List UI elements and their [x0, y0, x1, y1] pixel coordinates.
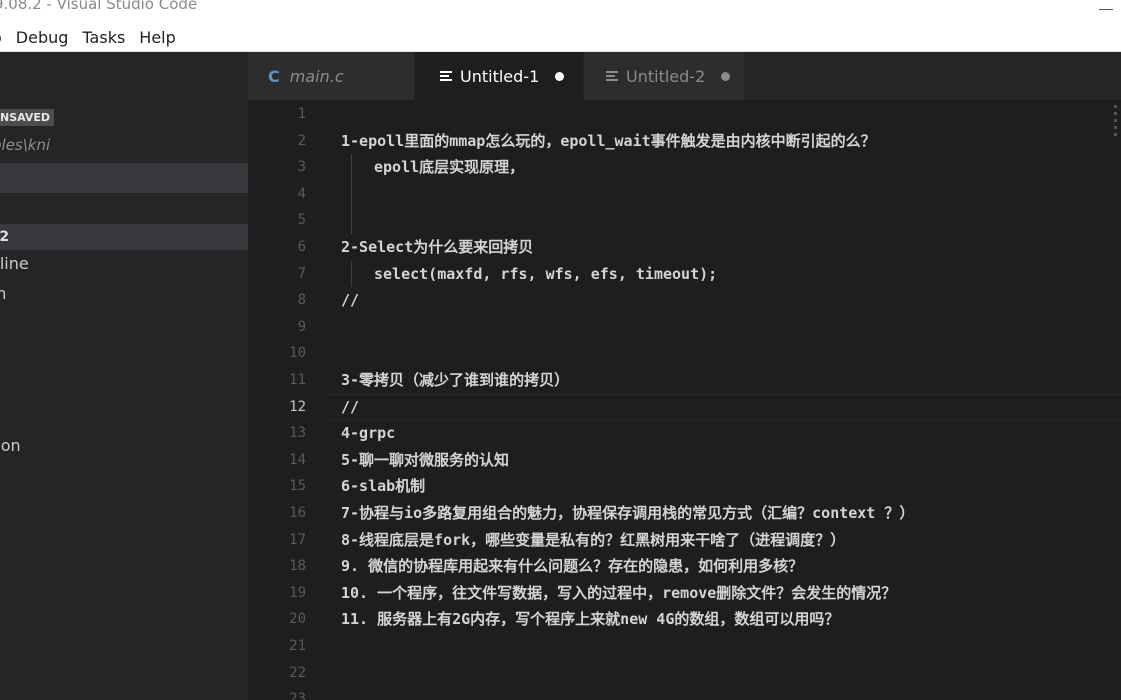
- code-line[interactable]: //: [341, 394, 359, 420]
- menu-tasks[interactable]: Tasks: [76, 28, 133, 47]
- indent-guide: [351, 154, 352, 181]
- ruler-mark: [1114, 112, 1117, 115]
- line-number: 19: [289, 584, 306, 601]
- unsaved-badge: NSAVED: [0, 109, 55, 126]
- code-line[interactable]: 2-Select为什么要来回拷贝: [341, 234, 533, 260]
- window-title: 9.08.2 - Visual Studio Code: [0, 0, 198, 13]
- line-number: 15: [289, 478, 306, 495]
- menu-debug[interactable]: Debug: [10, 28, 77, 47]
- explorer-folder-header[interactable]: .2: [0, 224, 248, 250]
- line-number: 6: [297, 239, 306, 255]
- explorer-item[interactable]: t: [0, 555, 248, 581]
- code-line[interactable]: 5-聊一聊对微服务的认知: [341, 447, 509, 473]
- ruler-mark: [1114, 133, 1117, 136]
- code-line[interactable]: //: [341, 287, 359, 313]
- code-line[interactable]: 11. 服务器上有2G内存，写个程序上来就new 4G的数组，数组可以用吗？: [341, 606, 839, 632]
- current-line-highlight: [328, 393, 1121, 420]
- ruler-mark: [1114, 126, 1117, 129]
- explorer-item[interactable]: th: [0, 281, 248, 307]
- line-number: 8: [297, 292, 306, 309]
- explorer-sidebar: NSAVED ples\kni .2 eline th h tion t: [0, 52, 248, 700]
- line-number: 7: [297, 265, 306, 282]
- tab-untitled-1[interactable]: Untitled-1: [415, 52, 583, 100]
- plain-text-icon: [440, 70, 452, 82]
- c-file-icon: C: [268, 66, 280, 86]
- code-line[interactable]: 6-slab机制: [341, 473, 425, 499]
- line-number: 20: [289, 611, 306, 628]
- explorer-item[interactable]: tion: [0, 433, 248, 459]
- minimize-icon: [1099, 9, 1113, 10]
- tab-label: main.c: [289, 66, 344, 86]
- line-number: 12: [289, 398, 306, 415]
- title-bar: 9.08.2 - Visual Studio Code: [0, 0, 1121, 24]
- menu-go[interactable]: o: [0, 28, 10, 47]
- line-number: 14: [289, 451, 306, 468]
- line-number: 16: [289, 505, 306, 521]
- line-number: 9: [297, 318, 306, 335]
- line-number: 22: [289, 664, 306, 681]
- code-line[interactable]: 8-线程底层是fork，哪些变量是私有的？红黑树用来干啥了（进程调度？）: [341, 527, 845, 553]
- explorer-item[interactable]: eline: [0, 251, 248, 277]
- tab-untitled-2[interactable]: Untitled-2: [584, 52, 744, 100]
- indent-guide: [351, 180, 352, 208]
- minimize-button[interactable]: [1091, 0, 1121, 24]
- line-number: 1: [297, 106, 306, 122]
- code-editor[interactable]: 1 2 3 4 5 6 7 8 9 10 11 12 13 14 15 16 17 18 19 20 21 22 23 1-…: [248, 100, 1121, 700]
- line-number: 5: [297, 212, 306, 229]
- indent-guide: [351, 207, 352, 234]
- code-line[interactable]: 3-零拷贝（减少了谁到谁的拷贝）: [341, 367, 569, 393]
- plain-text-icon: [606, 70, 618, 82]
- ruler-mark: [1114, 105, 1117, 108]
- unsaved-dot-icon[interactable]: [721, 71, 731, 81]
- code-line[interactable]: 7-协程与io多路复用组合的魅力，协程保存调用栈的常见方式（汇编？context…: [341, 500, 914, 526]
- menu-help[interactable]: Help: [133, 28, 183, 47]
- unsaved-dot-icon[interactable]: [555, 71, 565, 81]
- line-number: 23: [289, 691, 306, 700]
- line-number: 17: [289, 531, 306, 548]
- line-number: 2: [297, 132, 306, 149]
- code-line[interactable]: 1-epoll里面的mmap怎么玩的，epoll_wait事件触发是由内核中断引…: [341, 128, 876, 154]
- tab-label: Untitled-2: [626, 66, 706, 86]
- open-editor-path[interactable]: ples\kni: [0, 136, 248, 154]
- menu-bar: o Debug Tasks Help: [0, 24, 1121, 52]
- line-number: 4: [297, 185, 306, 202]
- code-line[interactable]: 9. 微信的协程库用起来有什么问题么？存在的隐患，如何利用多核？: [341, 553, 803, 579]
- line-number: 3: [297, 159, 306, 176]
- line-number: 11: [289, 372, 306, 388]
- tab-main-c[interactable]: C main.c: [248, 52, 414, 100]
- ruler-mark: [1114, 119, 1117, 122]
- line-number-gutter: 1 2 3 4 5 6 7 8 9 10 11 12 13 14 15 16 17 18 19 20 21 22 23: [248, 100, 308, 700]
- line-number: 21: [289, 638, 306, 654]
- vscode-window: 9.08.2 - Visual Studio Code o Debug Task…: [0, 0, 1121, 700]
- code-line[interactable]: select(maxfd, rfs, wfs, efs, timeout);: [374, 261, 717, 287]
- selected-explorer-row[interactable]: [0, 163, 248, 193]
- tab-label: Untitled-1: [460, 66, 540, 86]
- code-line[interactable]: 4-grpc: [341, 420, 395, 446]
- line-number: 18: [289, 558, 306, 575]
- line-number: 13: [289, 425, 306, 442]
- code-line[interactable]: epoll底层实现原理，: [374, 154, 524, 180]
- explorer-item[interactable]: h: [0, 311, 248, 337]
- line-number: 10: [289, 345, 306, 362]
- window-controls: [1091, 0, 1121, 24]
- editor-tab-bar: C main.c Untitled-1 Untitled-2: [248, 52, 1121, 100]
- indent-guide: [351, 260, 352, 288]
- code-line[interactable]: 10. 一个程序，往文件写数据，写入的过程中，remove删除文件？会发生的情况…: [341, 580, 896, 606]
- overview-ruler[interactable]: [1109, 100, 1121, 700]
